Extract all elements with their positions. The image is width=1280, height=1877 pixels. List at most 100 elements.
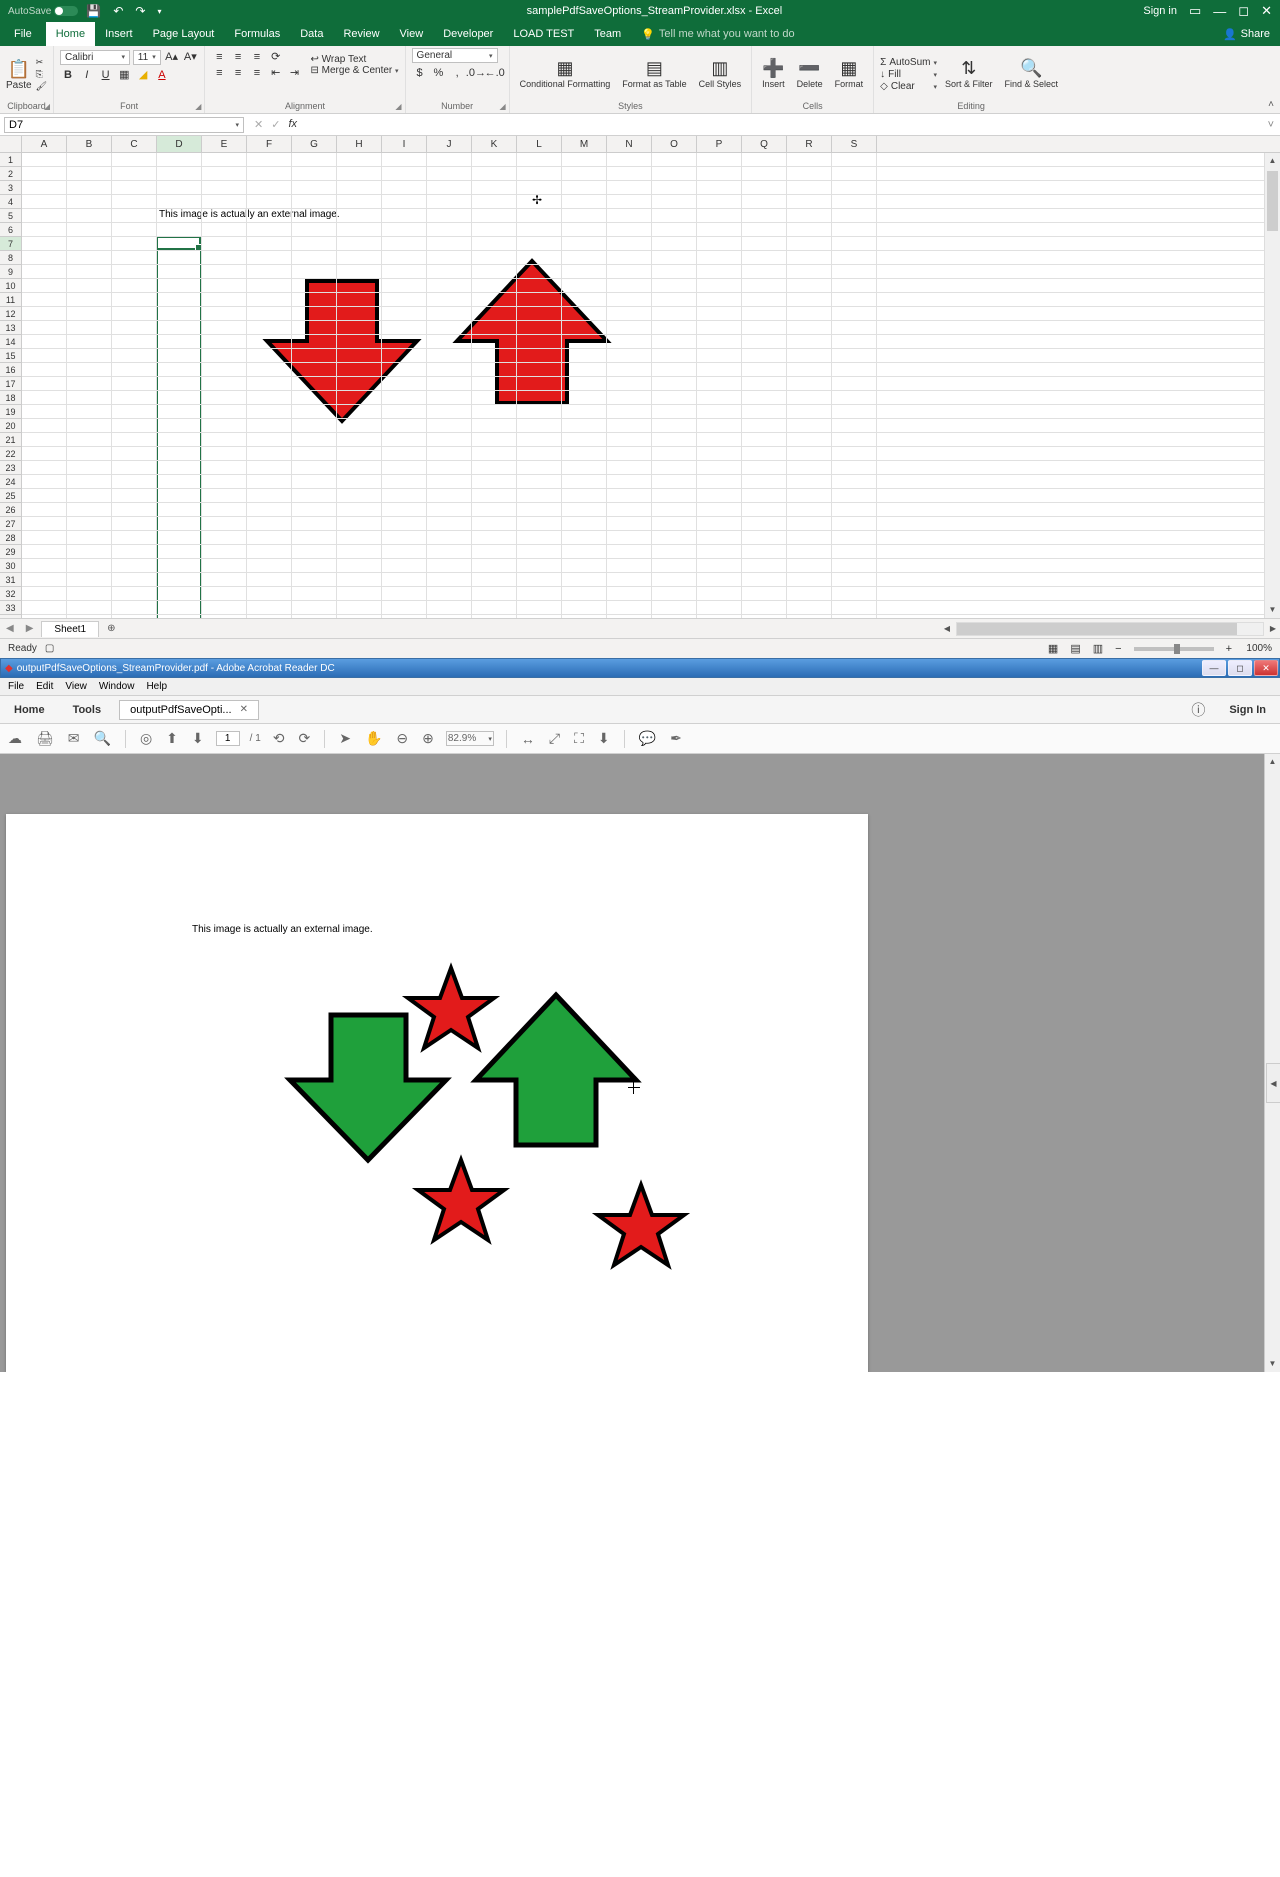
redo-icon[interactable]: ↷	[131, 4, 149, 18]
decrease-indent-icon[interactable]: ⇤	[268, 65, 284, 81]
print-icon[interactable]: 🖨	[34, 730, 56, 747]
italic-button[interactable]: I	[79, 67, 95, 83]
row-header-2[interactable]: 2	[0, 167, 21, 181]
acrobat-document-area[interactable]: This image is actually an external image…	[0, 754, 1280, 1372]
ribbon-tab-load-test[interactable]: LOAD TEST	[503, 22, 584, 46]
font-size-select[interactable]: 11▾	[133, 50, 161, 65]
row-header-33[interactable]: 33	[0, 601, 21, 615]
acrobat-home-tab[interactable]: Home	[0, 704, 59, 716]
sign-in-link[interactable]: Sign in	[1143, 5, 1177, 17]
format-as-table-button[interactable]: ▤Format as Table	[618, 59, 690, 91]
row-header-1[interactable]: 1	[0, 153, 21, 167]
zoom-in-icon[interactable]: ⊕	[420, 730, 436, 747]
selection-tool-icon[interactable]: ➤	[337, 730, 353, 747]
format-cells-button[interactable]: ▦Format	[831, 59, 868, 91]
acrobat-document-tab[interactable]: outputPdfSaveOpti... ✕	[119, 700, 259, 720]
ribbon-tab-home[interactable]: Home	[46, 22, 95, 46]
row-header-16[interactable]: 16	[0, 363, 21, 377]
find-select-button[interactable]: 🔍Find & Select	[1001, 59, 1063, 91]
menu-help[interactable]: Help	[142, 681, 171, 692]
column-header-i[interactable]: I	[382, 136, 427, 152]
acrobat-scroll-up-icon[interactable]: ▲	[1265, 754, 1280, 770]
delete-cells-button[interactable]: ➖Delete	[793, 59, 827, 91]
row-header-30[interactable]: 30	[0, 559, 21, 573]
hscroll-right-icon[interactable]: ▶	[1266, 624, 1280, 633]
search-icon[interactable]: 🔍	[92, 730, 113, 747]
menu-edit[interactable]: Edit	[32, 681, 57, 692]
close-icon[interactable]: ✕	[1261, 3, 1272, 19]
page-number-input[interactable]	[216, 731, 240, 746]
increase-decimal-icon[interactable]: .0→	[468, 65, 484, 81]
row-header-10[interactable]: 10	[0, 279, 21, 293]
column-header-b[interactable]: B	[67, 136, 112, 152]
acrobat-maximize-icon[interactable]: ◻	[1228, 660, 1252, 676]
clear-button[interactable]: ◇Clear▾	[880, 81, 937, 92]
row-header-7[interactable]: 7	[0, 237, 21, 251]
column-header-r[interactable]: R	[787, 136, 832, 152]
scroll-up-icon[interactable]: ▲	[1265, 153, 1280, 169]
decrease-decimal-icon[interactable]: ←.0	[487, 65, 503, 81]
orientation-icon[interactable]: ⟳	[268, 48, 284, 64]
row-header-11[interactable]: 11	[0, 293, 21, 307]
fullscreen-icon[interactable]: ⛶	[572, 730, 586, 747]
zoom-in-icon[interactable]: +	[1220, 643, 1238, 655]
ribbon-tab-page-layout[interactable]: Page Layout	[143, 22, 225, 46]
cancel-formula-icon[interactable]: ✕	[254, 118, 263, 131]
view-page-break-icon[interactable]: ▥	[1087, 642, 1109, 655]
page-up-icon[interactable]: ⬆	[164, 730, 180, 747]
column-header-d[interactable]: D	[157, 136, 202, 152]
hand-tool-icon[interactable]: ✋	[363, 730, 384, 747]
fx-icon[interactable]: fx	[288, 118, 297, 131]
row-header-23[interactable]: 23	[0, 461, 21, 475]
row-header-12[interactable]: 12	[0, 307, 21, 321]
row-header-22[interactable]: 22	[0, 447, 21, 461]
menu-view[interactable]: View	[61, 681, 91, 692]
comment-icon[interactable]: 💬	[637, 730, 658, 747]
column-header-g[interactable]: G	[292, 136, 337, 152]
page-down-icon[interactable]: ⬇	[190, 730, 206, 747]
view-normal-icon[interactable]: ▦	[1042, 642, 1064, 655]
qat-customize-icon[interactable]: ▾	[153, 7, 165, 16]
share-button[interactable]: 👤 Share	[1213, 28, 1280, 41]
page-thumbnails-icon[interactable]: ◎	[138, 730, 154, 747]
cells-area[interactable]: This image is actually an external image…	[22, 153, 1280, 618]
comma-icon[interactable]: ,	[449, 65, 465, 81]
acrobat-minimize-icon[interactable]: —	[1202, 660, 1226, 676]
save-cloud-icon[interactable]: ☁	[6, 730, 24, 747]
read-mode-icon[interactable]: ⬇	[596, 730, 612, 747]
column-header-o[interactable]: O	[652, 136, 697, 152]
name-box-dropdown-icon[interactable]: ▾	[235, 121, 239, 129]
clipboard-dialog-launcher[interactable]: ◢	[44, 102, 50, 111]
row-header-24[interactable]: 24	[0, 475, 21, 489]
column-header-a[interactable]: A	[22, 136, 67, 152]
column-header-p[interactable]: P	[697, 136, 742, 152]
underline-button[interactable]: U	[98, 67, 114, 83]
increase-indent-icon[interactable]: ⇥	[286, 65, 302, 81]
ribbon-tab-review[interactable]: Review	[333, 22, 389, 46]
border-button[interactable]: ▦	[116, 67, 132, 83]
row-header-14[interactable]: 14	[0, 335, 21, 349]
acrobat-help-icon[interactable]: ⓘ	[1181, 700, 1215, 720]
acrobat-close-icon[interactable]: ✕	[1254, 660, 1278, 676]
row-header-29[interactable]: 29	[0, 545, 21, 559]
zoom-out-icon[interactable]: ⊖	[394, 730, 410, 747]
number-format-select[interactable]: General▾	[412, 48, 498, 63]
row-header-3[interactable]: 3	[0, 181, 21, 195]
add-sheet-icon[interactable]: ⊕	[99, 623, 123, 634]
column-header-f[interactable]: F	[247, 136, 292, 152]
ribbon-tab-data[interactable]: Data	[290, 22, 333, 46]
row-header-20[interactable]: 20	[0, 419, 21, 433]
row-header-25[interactable]: 25	[0, 489, 21, 503]
hscroll-thumb[interactable]	[957, 623, 1237, 635]
column-header-s[interactable]: S	[832, 136, 877, 152]
collapse-ribbon-icon[interactable]: ˄	[1268, 99, 1274, 110]
column-header-j[interactable]: J	[427, 136, 472, 152]
minimize-icon[interactable]: —	[1213, 4, 1226, 19]
hscroll-left-icon[interactable]: ◀	[940, 624, 954, 633]
align-left-icon[interactable]: ≡	[211, 65, 227, 81]
row-header-17[interactable]: 17	[0, 377, 21, 391]
tell-me-search[interactable]: 💡 Tell me what you want to do	[631, 28, 804, 41]
expand-formula-bar-icon[interactable]: ˅	[1262, 119, 1280, 131]
fit-page-icon[interactable]: ⤢	[547, 730, 562, 747]
align-bottom-icon[interactable]: ≡	[249, 49, 265, 65]
